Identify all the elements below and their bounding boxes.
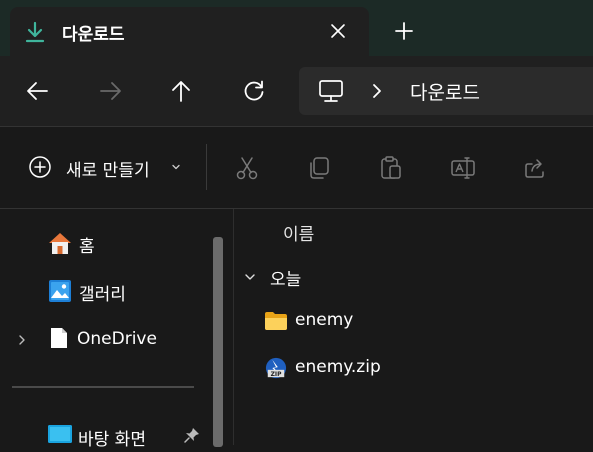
sidebar-item-onedrive[interactable]: OneDrive	[0, 326, 210, 356]
tab-downloads[interactable]: 다운로드	[10, 7, 369, 56]
breadcrumb-downloads[interactable]: 다운로드	[410, 78, 480, 105]
file-list: 이름 오늘 enemy ZIP enemy.zip	[234, 209, 593, 445]
file-name: enemy	[295, 310, 354, 330]
address-bar[interactable]: 다운로드	[299, 67, 593, 115]
sidebar-item-label: 바탕 화면	[78, 430, 146, 450]
tab-title: 다운로드	[62, 25, 125, 45]
share-icon[interactable]	[522, 155, 548, 181]
group-label: 오늘	[270, 270, 302, 290]
up-arrow-icon[interactable]	[168, 78, 194, 104]
list-item[interactable]: enemy	[262, 308, 562, 336]
file-name: enemy.zip	[295, 357, 381, 377]
column-header-name[interactable]: 이름	[283, 220, 314, 245]
navigation-pane: 홈 갤러리 OneDrive 바탕 화면	[0, 209, 233, 450]
plus-circle-icon	[29, 156, 51, 178]
sidebar-item-home[interactable]: 홈	[0, 229, 210, 259]
chevron-right-icon[interactable]	[17, 334, 27, 346]
title-bar: 다운로드	[0, 0, 593, 56]
chevron-down-icon	[245, 274, 255, 280]
zip-archive-icon: ZIP	[265, 357, 287, 379]
sidebar-item-gallery[interactable]: 갤러리	[0, 277, 210, 307]
sidebar-item-desktop[interactable]: 바탕 화면	[0, 422, 210, 452]
pin-icon[interactable]	[184, 427, 200, 443]
cut-icon[interactable]	[234, 155, 260, 181]
close-icon[interactable]	[328, 21, 348, 41]
list-item[interactable]: ZIP enemy.zip	[262, 355, 562, 383]
back-arrow-icon[interactable]	[25, 78, 51, 104]
home-icon	[49, 233, 71, 254]
rename-icon[interactable]	[450, 155, 476, 181]
chevron-right-icon[interactable]	[370, 82, 384, 100]
sidebar-item-label: 홈	[79, 237, 95, 257]
toolbar-separator	[206, 144, 207, 190]
desktop-icon	[48, 425, 72, 443]
sidebar-item-label: 갤러리	[79, 285, 126, 305]
navigation-bar: 다운로드	[0, 56, 593, 126]
download-icon	[25, 21, 45, 43]
forward-arrow-icon[interactable]	[97, 78, 123, 104]
sidebar-scrollbar[interactable]	[213, 237, 223, 447]
chevron-down-icon	[172, 164, 180, 170]
paste-icon[interactable]	[378, 155, 404, 181]
group-header-today[interactable]: 오늘	[244, 265, 364, 290]
onedrive-icon	[51, 328, 67, 348]
pc-icon[interactable]	[318, 79, 344, 103]
sidebar-separator	[12, 386, 194, 388]
sidebar-item-label: OneDrive	[77, 329, 157, 349]
new-button-label: 새로 만들기	[66, 161, 150, 181]
gallery-icon	[49, 280, 71, 302]
plus-icon[interactable]	[393, 20, 415, 42]
svg-text:ZIP: ZIP	[271, 371, 283, 378]
refresh-icon[interactable]	[241, 78, 267, 104]
copy-icon[interactable]	[306, 155, 332, 181]
folder-icon	[265, 312, 287, 330]
command-bar: 새로 만들기	[0, 127, 593, 208]
